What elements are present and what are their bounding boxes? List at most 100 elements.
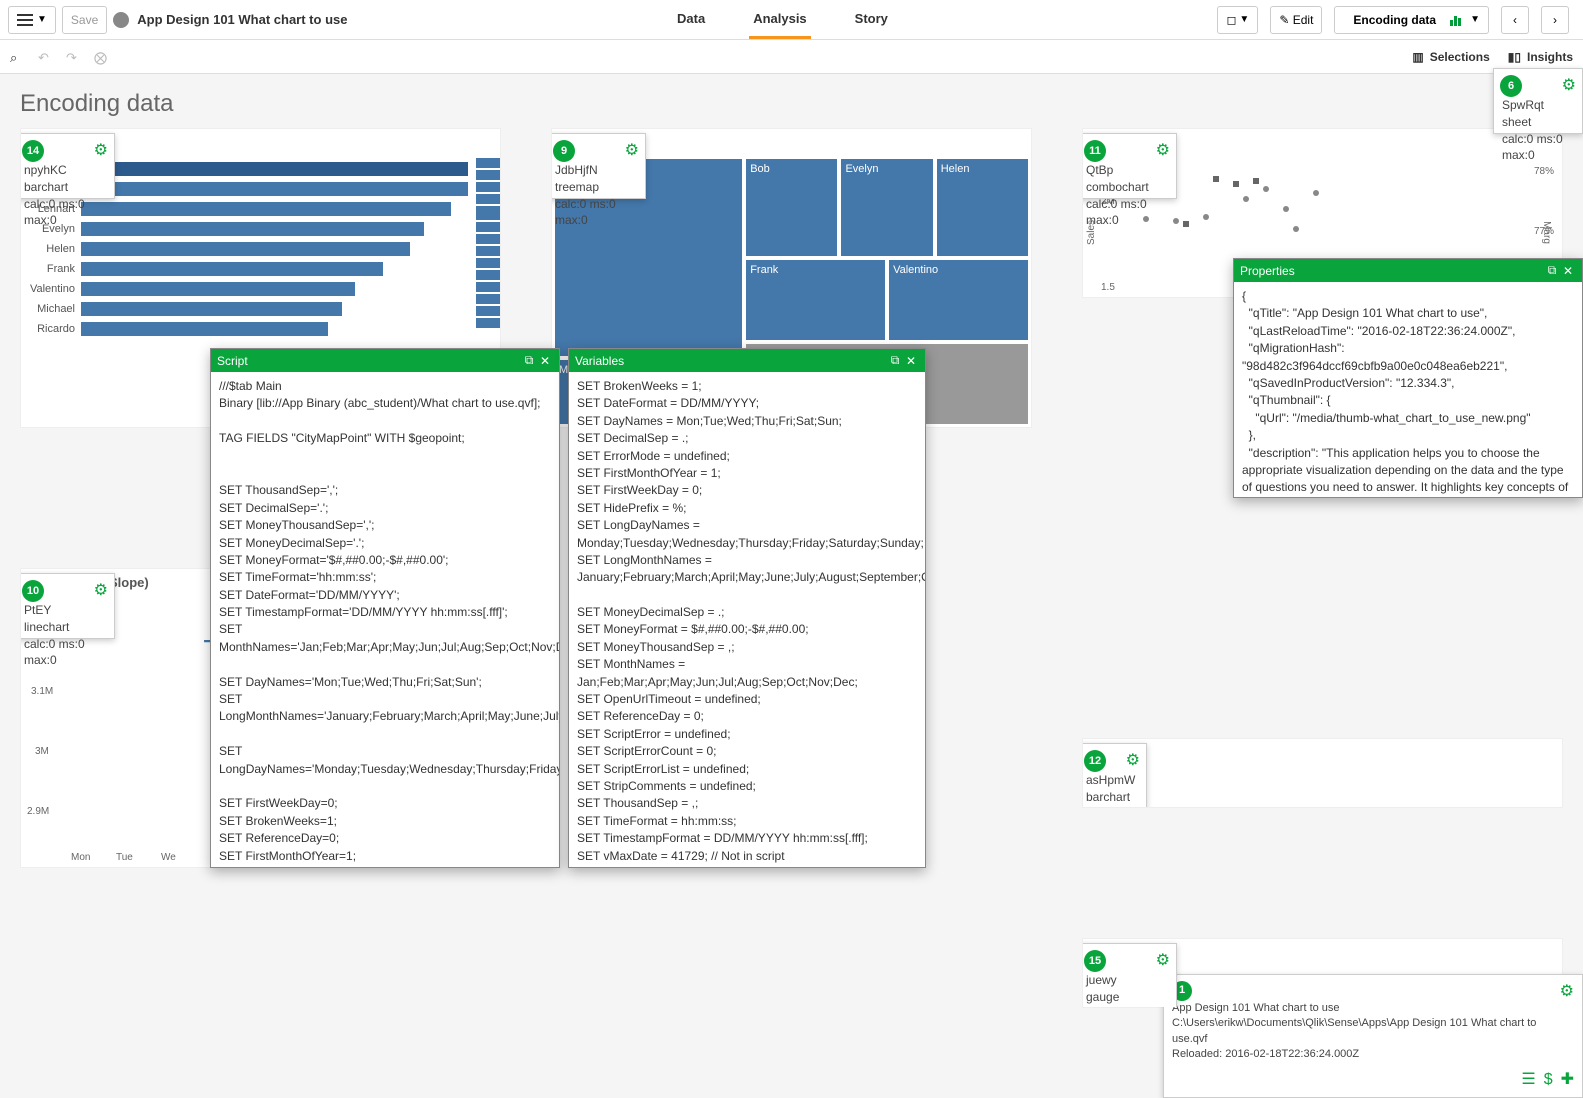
- gear-icon[interactable]: ⚙: [1156, 140, 1170, 160]
- properties-window[interactable]: Properties ⧉ ✕ { "qTitle": "App Design 1…: [1233, 258, 1583, 498]
- overlay-badge: 10: [22, 580, 44, 602]
- overlay-badge: 6: [1500, 75, 1522, 97]
- window-title: Properties: [1240, 264, 1544, 278]
- clear-selections-icon[interactable]: ⨂: [94, 50, 110, 64]
- bar-label: Michael: [29, 303, 75, 315]
- chart-color[interactable]: Color 12 ⚙ asHpmW barchart calc:0 ms: [1082, 738, 1563, 808]
- next-sheet-button[interactable]: ›: [1541, 6, 1569, 34]
- tab-story[interactable]: Story: [851, 1, 892, 39]
- puzzle-icon[interactable]: ✚: [1561, 1069, 1574, 1091]
- tm-bob[interactable]: Bob: [745, 158, 838, 257]
- window-body[interactable]: { "qTitle": "App Design 101 What chart t…: [1234, 282, 1582, 497]
- bar-label: Helen: [29, 243, 75, 255]
- sheet-thumb-icon: [1450, 14, 1466, 26]
- tab-data[interactable]: Data: [673, 1, 709, 39]
- tm-frank[interactable]: Frank: [745, 259, 886, 341]
- sheet-name: Encoding data: [1343, 13, 1446, 27]
- bar-row[interactable]: Michael: [29, 302, 468, 316]
- bookmark-icon: ◻: [1226, 13, 1236, 27]
- chevron-down-icon: ▼: [1239, 14, 1249, 25]
- tm-valentino[interactable]: Valentino: [888, 259, 1029, 341]
- overlay-type: treemap: [555, 179, 637, 196]
- tab-analysis[interactable]: Analysis: [749, 1, 810, 39]
- overlay-id: JdbHjfN: [555, 162, 637, 179]
- bar-row[interactable]: Valentino: [29, 282, 468, 296]
- overlay-id: juewy: [1086, 972, 1168, 989]
- close-icon[interactable]: ✕: [1560, 264, 1576, 278]
- chart-title: Color: [1083, 739, 1562, 766]
- tm-evelyn[interactable]: Evelyn: [840, 158, 933, 257]
- step-back-icon[interactable]: ↶: [38, 50, 54, 64]
- chevron-down-icon: ▼: [37, 14, 47, 25]
- save-button[interactable]: Save: [62, 6, 107, 34]
- gear-icon[interactable]: ⚙: [1560, 981, 1574, 1003]
- insights-icon: ▮▯: [1508, 50, 1521, 64]
- overlay-id: PtEY: [24, 602, 106, 619]
- copy-icon[interactable]: ⧉: [887, 353, 903, 368]
- window-header[interactable]: Script ⧉ ✕: [211, 349, 559, 372]
- edit-button[interactable]: ✎ Edit: [1270, 6, 1322, 34]
- window-header[interactable]: Properties ⧉ ✕: [1234, 259, 1582, 282]
- overlay-stats: calc:0 ms:0 max:0: [1502, 131, 1574, 165]
- close-icon[interactable]: ✕: [537, 354, 553, 368]
- overlay-type: barchart: [24, 179, 106, 196]
- gear-icon[interactable]: ⚙: [625, 140, 639, 160]
- bar-label: Valentino: [29, 283, 75, 295]
- edit-label: Edit: [1293, 13, 1314, 27]
- smart-search-icon[interactable]: ⌕: [10, 50, 26, 64]
- bar-label: Ricardo: [29, 323, 75, 335]
- prev-sheet-button[interactable]: ‹: [1501, 6, 1529, 34]
- gear-icon[interactable]: ⚙: [1562, 75, 1576, 95]
- script-window[interactable]: Script ⧉ ✕ ///$tab Main Binary [lib://Ap…: [210, 348, 560, 868]
- footer-reload: Reloaded: 2016-02-18T22:36:24.000Z: [1172, 1047, 1574, 1062]
- window-title: Variables: [575, 354, 887, 368]
- overlay-stats: calc:0 ms:0 max:0: [24, 636, 106, 670]
- window-body[interactable]: SET BrokenWeeks = 1; SET DateFormat = DD…: [569, 372, 925, 867]
- insights-label: Insights: [1527, 50, 1573, 64]
- overlay-id: SpwRqt: [1502, 97, 1574, 114]
- overlay-stats: calc:0 ms:0 max:0: [24, 196, 106, 230]
- ytick: 1.5: [1101, 282, 1115, 293]
- variables-window[interactable]: Variables ⧉ ✕ SET BrokenWeeks = 1; SET D…: [568, 348, 926, 868]
- selections-bar: ⌕ ↶ ↷ ⨂ ▥ Selections ▮▯ Insights: [0, 40, 1583, 74]
- ytick: 77%: [1534, 226, 1554, 237]
- selections-icon: ▥: [1412, 50, 1423, 64]
- overlay-badge: 9: [553, 140, 575, 162]
- close-icon[interactable]: ✕: [903, 354, 919, 368]
- overlay-shape: 11 ⚙ QtBp combochart calc:0 ms:0 max:0: [1082, 133, 1177, 199]
- step-forward-icon[interactable]: ↷: [66, 50, 82, 64]
- gear-icon[interactable]: ⚙: [1126, 750, 1140, 770]
- copy-icon[interactable]: ⧉: [521, 353, 537, 368]
- overlay-stats: calc:0 ms:0 max:0: [1086, 1006, 1168, 1008]
- tm-helen[interactable]: Helen: [936, 158, 1029, 257]
- selections-tool[interactable]: ▥ Selections: [1412, 50, 1489, 64]
- overlay-lengths: 14 ⚙ npyhKC barchart calc:0 ms:0 max:0: [20, 133, 115, 199]
- menu-button[interactable]: ▼: [8, 6, 56, 34]
- copy-icon[interactable]: ⧉: [1544, 263, 1560, 278]
- pencil-icon: ✎: [1279, 13, 1289, 27]
- overlay-type: linechart: [24, 619, 106, 636]
- window-body[interactable]: ///$tab Main Binary [lib://App Binary (a…: [211, 372, 559, 867]
- insights-tool[interactable]: ▮▯ Insights: [1508, 50, 1573, 64]
- gear-icon[interactable]: ⚙: [94, 580, 108, 600]
- bar-row[interactable]: Helen: [29, 242, 468, 256]
- bar-row[interactable]: Frank: [29, 262, 468, 276]
- overlay-type: sheet: [1502, 114, 1574, 131]
- app-icon: [113, 12, 129, 28]
- overlay-area: 9 ⚙ JdbHjfN treemap calc:0 ms:0 max:0: [551, 133, 646, 199]
- gear-icon[interactable]: ⚙: [1156, 950, 1170, 970]
- gear-icon[interactable]: ⚙: [94, 140, 108, 160]
- bar-row[interactable]: Ricardo: [29, 322, 468, 336]
- window-header[interactable]: Variables ⧉ ✕: [569, 349, 925, 372]
- chevron-right-icon: ›: [1553, 13, 1557, 27]
- bar-label: Frank: [29, 263, 75, 275]
- bookmark-button[interactable]: ◻▼: [1217, 6, 1258, 34]
- sheet-selector[interactable]: Encoding data ▼: [1334, 6, 1489, 34]
- list-icon[interactable]: ☰: [1521, 1069, 1535, 1091]
- dollar-icon[interactable]: $: [1544, 1069, 1553, 1091]
- overlay-id: asHpmW: [1086, 772, 1138, 789]
- chevron-left-icon: ‹: [1513, 13, 1517, 27]
- app-title: App Design 101 What chart to use: [137, 12, 347, 27]
- overlay-id: npyhKC: [24, 162, 106, 179]
- page-title: Encoding data: [0, 74, 1583, 128]
